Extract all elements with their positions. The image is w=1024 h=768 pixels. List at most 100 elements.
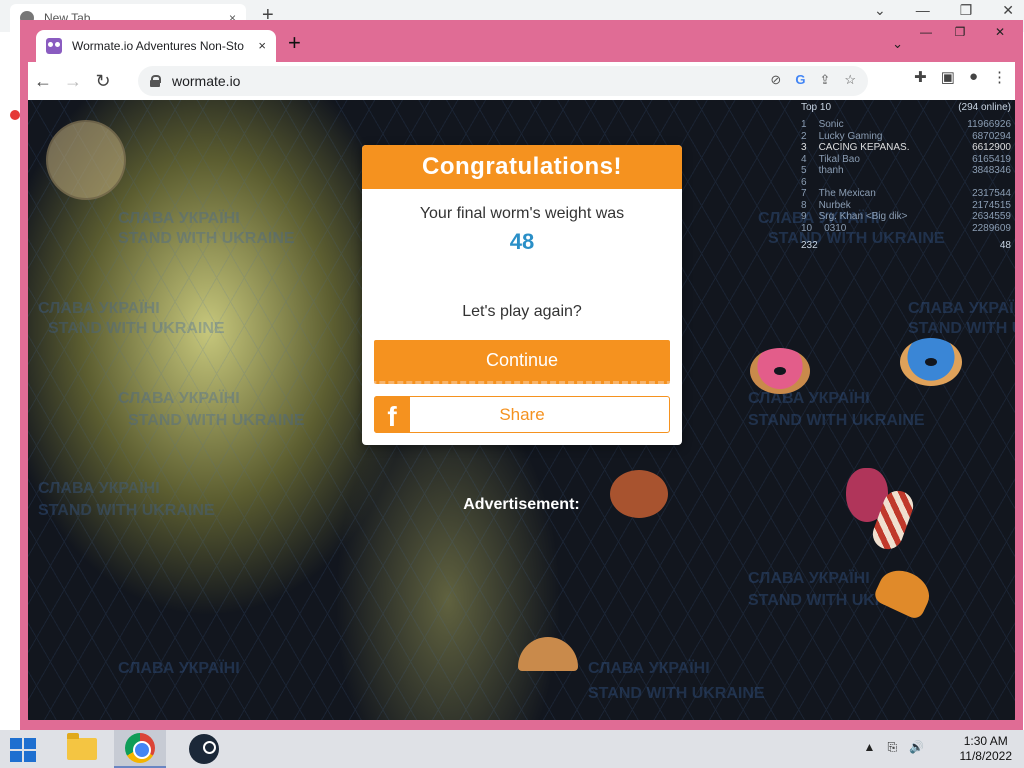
rank: 6: [801, 176, 807, 188]
steam-taskbar-button[interactable]: [178, 730, 230, 768]
extensions-icon[interactable]: ✚: [914, 68, 927, 86]
leaderboard-row: 9 Srg. Khan <Big dik> 2634559: [801, 211, 1011, 223]
player-score: 11966926: [967, 119, 1011, 130]
player-name: Srg. Khan <Big dik>: [818, 211, 908, 222]
share-icon[interactable]: ⇪: [819, 72, 830, 88]
player-name: CACING KEPANAS.: [818, 142, 910, 153]
player-name: The Mexican: [818, 188, 876, 199]
clock[interactable]: 1:30 AM 11/8/2022: [960, 734, 1013, 764]
player-weight: 48: [999, 240, 1011, 251]
tab-wormate[interactable]: Wormate.io Adventures Non-Sto ×: [36, 30, 276, 62]
close-window-button[interactable]: ✕: [977, 20, 1023, 44]
player-score: 2174515: [972, 199, 1011, 211]
chrome-icon: [125, 733, 155, 763]
show-hidden-icons-icon[interactable]: ▲: [864, 740, 876, 755]
reload-button[interactable]: ↻: [88, 66, 118, 96]
minimize-icon[interactable]: —: [916, 2, 930, 19]
network-icon[interactable]: ⎘: [887, 740, 897, 755]
watermark-text: STAND WITH UKRAINE: [908, 320, 1015, 337]
close-tab-icon[interactable]: ×: [258, 38, 266, 53]
watermark-text: СЛАВА УКРАЇНІ: [748, 390, 870, 407]
game-viewport[interactable]: СЛАВА УКРАЇНІ STAND WITH UKRAINE СЛАВА У…: [28, 100, 1015, 720]
rank: 8: [801, 199, 807, 211]
side-panel-icon[interactable]: ▣: [941, 68, 955, 86]
forward-button[interactable]: →: [58, 66, 88, 96]
leaderboard-row: 6: [801, 177, 1011, 189]
rank: 1: [801, 119, 807, 130]
menu-icon[interactable]: ⋮: [992, 68, 1007, 86]
folder-icon: [67, 733, 97, 760]
player-name: Sonic: [818, 119, 844, 130]
title-bar: Wormate.io Adventures Non-Sto × + ⌄ — ❐ …: [20, 20, 1023, 62]
volume-icon[interactable]: 🔊: [909, 740, 924, 755]
leaderboard-title: Top 10: [801, 102, 832, 113]
player-score: 6165419: [972, 153, 1011, 165]
player-name: Nurbek: [818, 199, 851, 211]
rank: 7: [801, 188, 807, 199]
lock-icon[interactable]: [150, 75, 161, 87]
player-score: 2289609: [972, 222, 1011, 234]
blocked-popup-icon[interactable]: ⊘: [770, 72, 781, 88]
minimap: [46, 120, 126, 200]
window-controls: — ❐ ✕: [909, 20, 1023, 44]
leaderboard-row: 4 Tikal Bao 6165419: [801, 154, 1011, 166]
taskbar: ▲ ⎘ 🔊 1:30 AM 11/8/2022: [0, 730, 1024, 768]
rank: 2: [801, 130, 807, 142]
leaderboard-row: 8 Nurbek 2174515: [801, 200, 1011, 212]
rank: 3: [801, 142, 807, 153]
dialog-title: Congratulations!: [362, 145, 682, 189]
watermark-text: СЛАВА УКРАЇНІ: [748, 570, 870, 587]
bookmark-star-icon[interactable]: ☆: [844, 72, 856, 88]
back-button[interactable]: ←: [28, 66, 58, 96]
minimize-button[interactable]: —: [909, 20, 943, 44]
continue-button[interactable]: Continue: [374, 340, 670, 384]
restore-icon[interactable]: ❐: [960, 2, 973, 19]
player-name: Tikal Bao: [818, 153, 860, 165]
clock-time: 1:30 AM: [963, 734, 1008, 748]
address-bar[interactable]: wormate.io ⊘ G ⇪ ☆: [138, 66, 868, 96]
watermark-text: СЛАВА УКРАЇНІ: [38, 300, 160, 317]
leaderboard-row: 5 thanh 3848346: [801, 165, 1011, 177]
leaderboard-row: 7 The Mexican 2317544: [801, 188, 1011, 200]
steam-icon: [189, 734, 219, 764]
play-again-prompt: Let's play again?: [462, 303, 582, 320]
watermark-text: STAND WITH UKRAINE: [588, 685, 765, 702]
watermark-text: СЛАВА УКРАЇНІ: [118, 390, 240, 407]
new-tab-button[interactable]: +: [288, 32, 301, 54]
background-page-strip: [0, 32, 22, 732]
toolbar-right-actions: ✚ ▣ ● ⋮: [914, 68, 1007, 86]
player-name: thanh: [818, 165, 844, 176]
leaderboard-header: Top 10 (294 online): [801, 102, 1011, 113]
watermark-text: СЛАВА УКРАЇНІ: [588, 660, 710, 677]
share-label: Share: [499, 404, 545, 424]
player-name: [819, 177, 1011, 189]
leaderboard-row: 10 0310 2289609: [801, 223, 1011, 235]
windows-start-icon[interactable]: [8, 736, 38, 762]
browser-window: Wormate.io Adventures Non-Sto × + ⌄ — ❐ …: [20, 20, 1023, 732]
wormate-favicon-icon: [46, 38, 62, 54]
chrome-taskbar-button[interactable]: [114, 730, 166, 768]
tab-search-icon[interactable]: ⌄: [874, 2, 886, 19]
file-explorer-button[interactable]: [56, 730, 108, 768]
close-icon[interactable]: ✕: [1002, 2, 1014, 19]
watermark-text: СЛАВА УКРАЇНІ: [118, 660, 240, 677]
restore-button[interactable]: ❐: [943, 20, 977, 44]
omnibox-actions: ⊘ G ⇪ ☆: [770, 72, 856, 88]
profile-avatar-icon[interactable]: ●: [969, 68, 978, 86]
player-score: 2634559: [972, 211, 1011, 222]
rank: 9: [801, 211, 807, 222]
watermark-text: STAND WITH UKRAINE: [128, 412, 305, 429]
tab-search-icon[interactable]: ⌄: [892, 36, 903, 52]
share-button[interactable]: f Share: [374, 396, 670, 433]
google-translate-icon[interactable]: G: [795, 72, 805, 88]
final-weight-message: Your final worm's weight was: [419, 205, 625, 222]
leaderboard-row: 2 Lucky Gaming 6870294: [801, 131, 1011, 143]
player-score: 6870294: [972, 130, 1011, 142]
leaderboard-row: 1 Sonic 11966926: [801, 119, 1011, 131]
background-window-controls: ⌄ — ❐ ✕: [874, 2, 1014, 19]
watermark-text: STAND WITH UKRAINE: [748, 412, 925, 429]
url-text[interactable]: wormate.io: [172, 73, 240, 89]
watermark-text: STAND WITH UKRAINE: [48, 320, 225, 337]
facebook-icon: f: [374, 396, 410, 433]
watermark-text: STAND WITH UKRAINE: [118, 230, 295, 247]
